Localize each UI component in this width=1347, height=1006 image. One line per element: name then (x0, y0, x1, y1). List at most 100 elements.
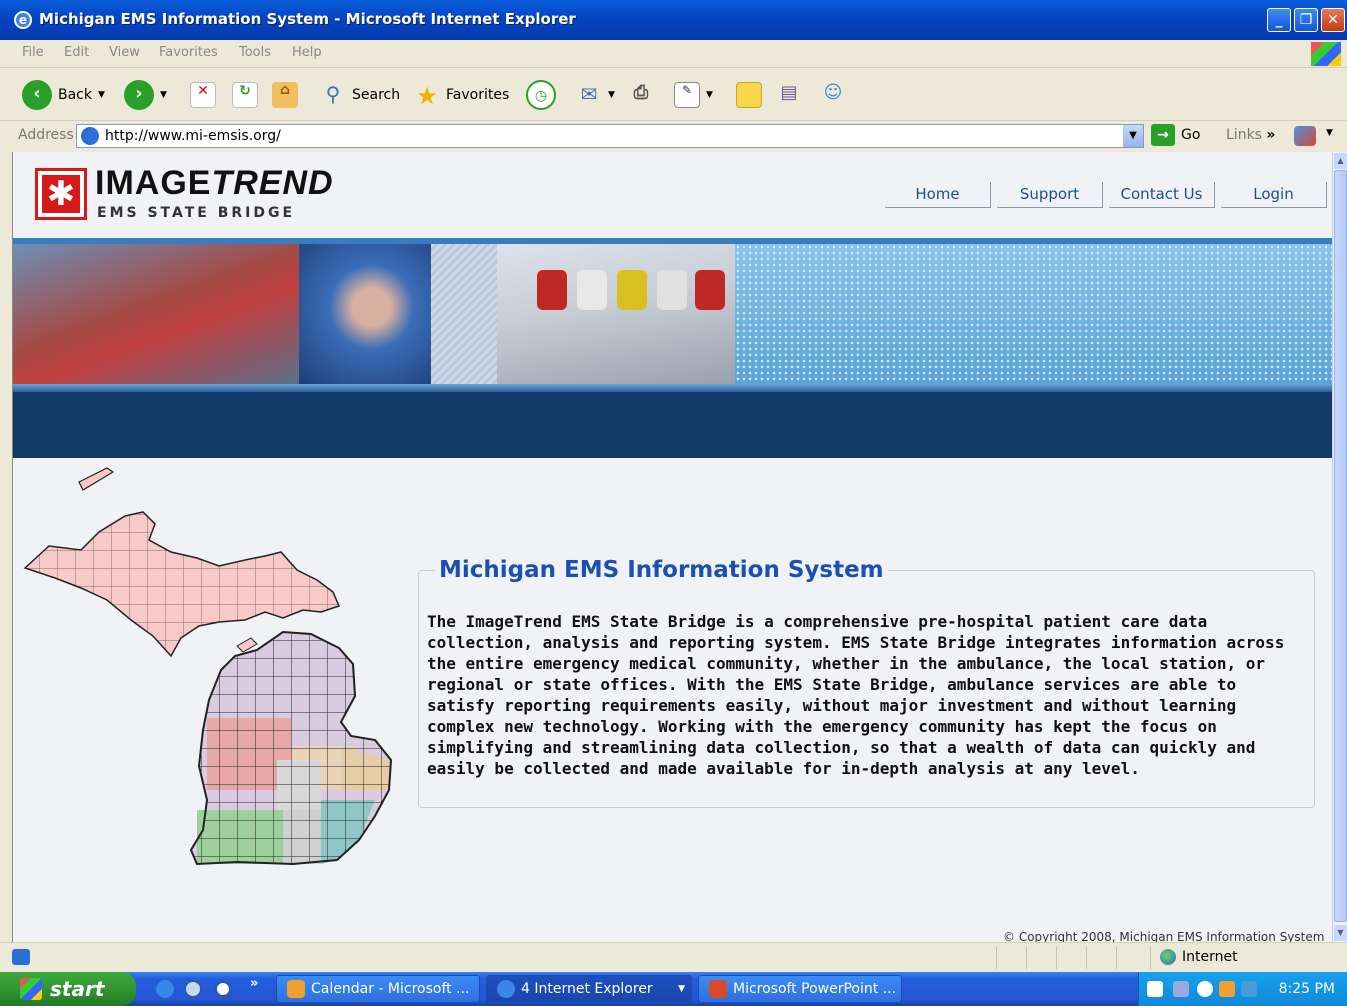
zone-label: Internet (1182, 949, 1238, 965)
menu-favorites[interactable]: Favorites (159, 45, 218, 60)
edit-dropdown-icon[interactable]: ▼ (706, 90, 713, 100)
powerpoint-icon (709, 980, 727, 998)
ie-window: e Michigan EMS Information System - Micr… (0, 0, 1347, 1006)
forward-dropdown-icon[interactable]: ▼ (160, 90, 167, 100)
vertical-scrollbar[interactable]: ▲ ▼ (1332, 152, 1347, 942)
ie-icon: e (14, 11, 32, 29)
site-header: ✱ IMAGETREND EMS STATE BRIDGE Home Suppo… (13, 152, 1332, 238)
page-icon (81, 127, 99, 145)
search-button[interactable]: ⚲ Search (320, 77, 400, 113)
scroll-down-icon[interactable]: ▼ (1334, 925, 1347, 941)
panel-body-text: The ImageTrend EMS State Bridge is a com… (427, 612, 1285, 778)
home-icon: ⌂ (272, 82, 298, 108)
minimize-button[interactable]: _ (1267, 8, 1291, 32)
show-hidden-icons[interactable] (1197, 981, 1213, 997)
history-button[interactable]: ◷ (526, 77, 556, 113)
research-button[interactable]: ▤ (776, 77, 802, 113)
task-group-dropdown-icon[interactable]: ▼ (678, 984, 685, 994)
menu-help[interactable]: Help (292, 45, 322, 60)
status-cell (1086, 947, 1087, 969)
address-input[interactable]: http://www.mi-emsis.org/ ▼ (76, 124, 1144, 148)
network-tray-icon[interactable] (1173, 981, 1189, 997)
hatched-strip (431, 244, 497, 384)
help-tray-icon[interactable] (1147, 981, 1163, 997)
nav-home[interactable]: Home (885, 182, 991, 208)
back-button[interactable]: ‹ Back ▼ (22, 77, 105, 113)
system-tray: 8:25 PM (1138, 972, 1347, 1006)
hero-banner (13, 238, 1332, 458)
edit-button[interactable]: ✎ ▼ (674, 77, 713, 113)
quicklaunch-chevron[interactable]: » (250, 976, 258, 991)
go-button[interactable]: → Go (1151, 124, 1200, 146)
start-label: start (50, 977, 105, 1001)
menu-view[interactable]: View (109, 45, 140, 60)
mail-button[interactable]: ✉ ▼ (576, 77, 615, 113)
task-powerpoint[interactable]: Microsoft PowerPoint ... (698, 975, 902, 1003)
menu-file[interactable]: File (22, 45, 44, 60)
ambulance-light-icon (617, 270, 647, 310)
scroll-up-icon[interactable]: ▲ (1334, 153, 1347, 169)
quicklaunch-desktop-icon[interactable] (184, 980, 202, 998)
stop-button[interactable]: ✕ (190, 77, 216, 113)
menu-bar: File Edit View Favorites Tools Help (0, 40, 1347, 68)
restore-button[interactable]: ❐ (1294, 8, 1318, 32)
status-cell (1056, 947, 1057, 969)
start-button[interactable]: start (0, 972, 136, 1006)
menu-tools[interactable]: Tools (239, 45, 271, 60)
banner-stripe (13, 384, 1332, 392)
back-dropdown-icon[interactable]: ▼ (98, 90, 105, 100)
stop-icon: ✕ (190, 82, 216, 108)
nav-support[interactable]: Support (997, 182, 1103, 208)
isle-royale-shape (78, 467, 115, 491)
mail-dropdown-icon[interactable]: ▼ (608, 90, 615, 100)
task-calendar-label: Calendar - Microsoft ... (311, 981, 470, 997)
tray-app-icon[interactable] (1219, 981, 1235, 997)
nav-login[interactable]: Login (1221, 182, 1327, 208)
forward-button[interactable]: › ▼ (124, 77, 167, 113)
task-calendar[interactable]: Calendar - Microsoft ... (276, 975, 480, 1003)
copyright-text: © Copyright 2008, Michigan EMS Informati… (1003, 930, 1325, 942)
discuss-button[interactable] (736, 77, 762, 113)
title-bar[interactable]: e Michigan EMS Information System - Micr… (0, 0, 1347, 40)
menu-edit[interactable]: Edit (64, 45, 89, 60)
task-internet-explorer[interactable]: 4 Internet Explorer ▼ (486, 975, 692, 1003)
address-bar: Address http://www.mi-emsis.org/ ▼ → Go … (0, 121, 1347, 151)
ambulance-light-icon (537, 270, 567, 310)
links-toolbar[interactable]: Links » (1226, 127, 1275, 143)
imagetrend-logo-icon[interactable]: ✱ (35, 168, 87, 220)
extension-dropdown-icon[interactable]: ▼ (1326, 128, 1333, 138)
volume-tray-icon[interactable] (1241, 981, 1257, 997)
task-ie-label: 4 Internet Explorer (521, 981, 653, 997)
logo-name-part2: TREND (211, 164, 334, 202)
logo-name: IMAGETREND (95, 164, 334, 203)
toolbar-extension-icon[interactable] (1294, 126, 1316, 146)
address-dropdown-icon[interactable]: ▼ (1123, 125, 1143, 147)
globe-icon (1160, 949, 1176, 965)
dotted-pattern (735, 244, 1332, 384)
address-label: Address (18, 127, 74, 143)
windows-logo-icon (1311, 42, 1341, 66)
page-status-icon (12, 949, 30, 965)
security-zone: Internet (1160, 949, 1238, 965)
messenger-button[interactable]: ☺ (820, 77, 846, 113)
home-button[interactable]: ⌂ (272, 77, 298, 113)
intro-panel: Michigan EMS Information System The Imag… (418, 557, 1315, 808)
print-button[interactable]: ⎙ (628, 77, 654, 113)
quicklaunch-media-icon[interactable] (214, 980, 232, 998)
ie-task-icon (497, 980, 515, 998)
print-icon: ⎙ (633, 82, 649, 103)
scroll-thumb[interactable] (1334, 170, 1347, 922)
research-icon: ▤ (780, 82, 798, 103)
edit-icon: ✎ (674, 82, 700, 108)
favorites-button[interactable]: ★ Favorites (414, 77, 509, 113)
links-chevron[interactable]: » (1266, 127, 1275, 143)
refresh-button[interactable]: ↻ (232, 77, 258, 113)
address-url[interactable]: http://www.mi-emsis.org/ (105, 128, 281, 144)
forward-arrow-icon: › (124, 80, 154, 110)
close-button[interactable]: ✕ (1321, 8, 1345, 32)
nav-contact-us[interactable]: Contact Us (1109, 182, 1215, 208)
clock: 8:25 PM (1278, 981, 1335, 997)
quicklaunch-ie-icon[interactable] (156, 980, 174, 998)
page-viewport: ✱ IMAGETREND EMS STATE BRIDGE Home Suppo… (12, 152, 1332, 942)
messenger-icon: ☺ (823, 82, 843, 103)
